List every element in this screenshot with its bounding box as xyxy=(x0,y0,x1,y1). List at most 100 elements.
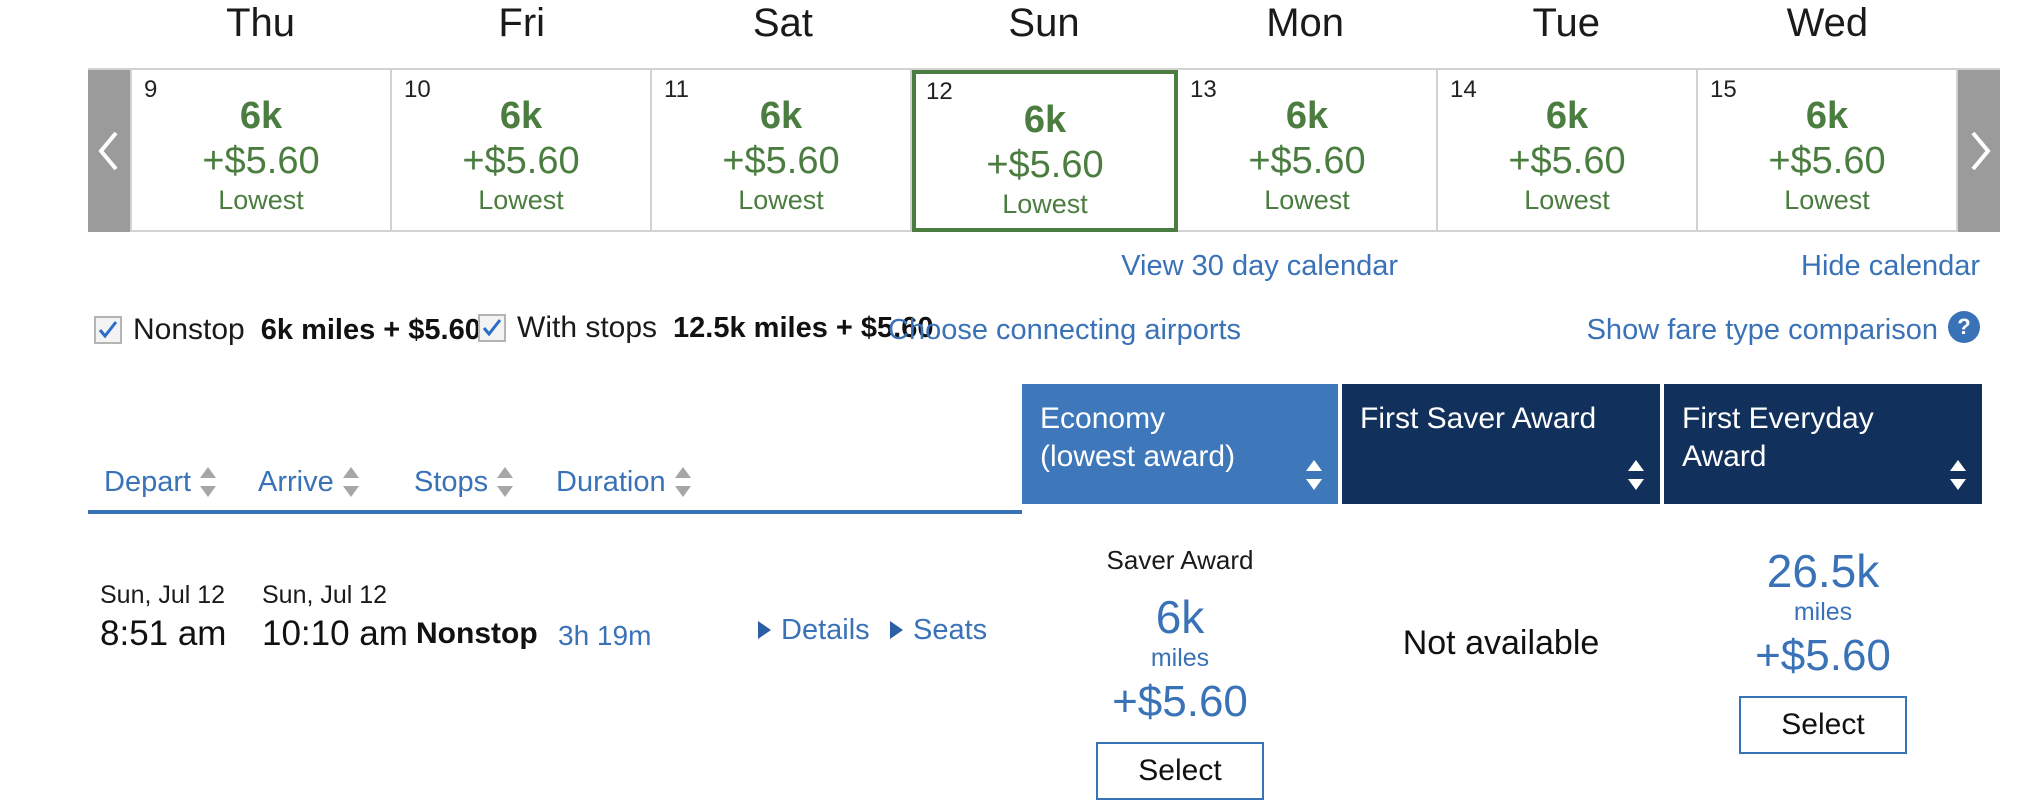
calendar-price: +$5.60 xyxy=(202,140,320,182)
sort-column-depart[interactable]: Depart xyxy=(104,464,217,500)
choose-connecting-airports-wrap: Choose connecting airports xyxy=(888,312,1241,348)
depart-time: 8:51 am xyxy=(100,614,227,653)
calendar-lowest-tag: Lowest xyxy=(1784,185,1870,215)
arrive-date: Sun, Jul 12 xyxy=(262,581,388,609)
fare-kicker: Saver Award xyxy=(1106,545,1254,575)
table-row: Sun, Jul 12 8:51 am Sun, Jul 12 10:10 am… xyxy=(0,530,2030,800)
calendar-miles: 6k xyxy=(759,95,803,137)
fare-price: +$5.60 xyxy=(1755,631,1891,680)
calendar-price: +$5.60 xyxy=(462,140,580,182)
calendar-lowest-tag: Lowest xyxy=(478,185,564,215)
sort-toggle-icon[interactable] xyxy=(1628,460,1644,490)
calendar-miles: 6k xyxy=(1545,95,1589,137)
calendar-day-15[interactable]: 15 6k +$5.60 Lowest xyxy=(1698,70,1958,232)
sort-toggle-icon[interactable] xyxy=(1950,460,1966,490)
seats-label: Seats xyxy=(913,614,988,646)
calendar-day-11[interactable]: 11 6k +$5.60 Lowest xyxy=(652,70,912,232)
fare-header-everyday-inner: First Everyday Award xyxy=(1664,384,1982,504)
chevron-right-icon xyxy=(1971,131,1991,171)
details-link[interactable]: Details xyxy=(756,612,870,648)
sort-column-label: Depart xyxy=(104,466,192,498)
seats-link[interactable]: Seats xyxy=(888,612,987,648)
sort-toggle-icon[interactable] xyxy=(497,467,514,497)
check-icon xyxy=(98,321,118,339)
hide-calendar-link[interactable]: Hide calendar xyxy=(1801,248,1980,284)
sort-toggle-icon[interactable] xyxy=(342,467,359,497)
calendar-miles: 6k xyxy=(499,95,543,137)
nonstop-label: Nonstop xyxy=(133,313,245,346)
dayname-wed: Wed xyxy=(1786,1,1869,45)
calendar-day-12-selected[interactable]: 12 6k +$5.60 Lowest xyxy=(912,70,1178,232)
calendar-day-10[interactable]: 10 6k +$5.60 Lowest xyxy=(392,70,652,232)
dayname-sat: Sat xyxy=(752,1,813,45)
details-disclosure[interactable]: Details xyxy=(756,612,870,648)
filter-with-stops: With stops 12.5k miles + $5.60 xyxy=(478,310,933,346)
daynames-right-spacer xyxy=(1958,0,2000,48)
cell-arrive: Sun, Jul 12 10:10 am xyxy=(262,580,408,656)
calendar-day-9[interactable]: 9 6k +$5.60 Lowest xyxy=(130,70,392,232)
show-fare-type-comparison-link[interactable]: Show fare type comparison xyxy=(1587,312,1938,348)
help-icon[interactable]: ? xyxy=(1948,311,1980,343)
cell-stops: Nonstop xyxy=(416,617,538,650)
fare-header-saver-inner: First Saver Award xyxy=(1342,384,1660,504)
fare-type-comparison-group: Show fare type comparison ? xyxy=(1587,311,1980,348)
fare-header-title: Economy xyxy=(1040,402,1166,435)
fare-header-title: First Saver Award xyxy=(1360,402,1597,435)
seats-disclosure[interactable]: Seats xyxy=(888,612,987,648)
fare-price: +$5.60 xyxy=(1112,677,1248,726)
arrive-time: 10:10 am xyxy=(262,614,408,653)
calendar-lowest-tag: Lowest xyxy=(1524,185,1610,215)
calendar-next-button[interactable] xyxy=(1958,70,2000,232)
calendar-miles: 6k xyxy=(239,95,283,137)
fare-cell-first-everyday-award: 26.5k miles +$5.60 Select xyxy=(1664,530,1982,754)
sort-toggle-icon[interactable] xyxy=(1306,460,1322,490)
calendar-day-14[interactable]: 14 6k +$5.60 Lowest xyxy=(1438,70,1698,232)
calendar-price: +$5.60 xyxy=(1248,140,1366,182)
sort-toggle-icon[interactable] xyxy=(674,467,691,497)
calendar-price: +$5.60 xyxy=(1508,140,1626,182)
calendar-links: View 30 day calendar Hide calendar xyxy=(0,248,2030,288)
fare-miles: 26.5k xyxy=(1766,545,1880,597)
filter-nonstop: Nonstop 6k miles + $5.60 xyxy=(94,312,481,348)
select-button-first-everyday[interactable]: Select xyxy=(1739,696,1907,754)
fare-header-economy[interactable]: Economy (lowest award) xyxy=(1022,384,1338,504)
calendar-prev-button[interactable] xyxy=(88,70,130,232)
calendar-miles: 6k xyxy=(1805,95,1849,137)
sort-column-arrive[interactable]: Arrive xyxy=(258,464,359,500)
calendar-day-13[interactable]: 13 6k +$5.60 Lowest xyxy=(1178,70,1438,232)
calendar-miles: 6k xyxy=(1285,95,1329,137)
sort-column-stops[interactable]: Stops xyxy=(414,464,514,500)
sort-column-label: Stops xyxy=(414,466,489,498)
fare-miles-word: miles xyxy=(1150,644,1210,672)
with-stops-label: With stops xyxy=(517,311,658,344)
calendar-cell-body: 6k +$5.60 Lowest xyxy=(1178,94,1436,216)
details-label: Details xyxy=(781,614,870,646)
dayname-mon: Mon xyxy=(1266,1,1345,45)
with-stops-checkbox[interactable] xyxy=(478,314,506,342)
calendar-lowest-tag: Lowest xyxy=(1264,185,1350,215)
daynames-left-spacer xyxy=(88,0,130,48)
calendar-lowest-tag: Lowest xyxy=(218,185,304,215)
fare-header-subtitle: (lowest award) xyxy=(1040,440,1236,473)
calendar-cell-body: 6k +$5.60 Lowest xyxy=(392,94,650,216)
award-calendar-and-flight-results: Thu Fri Sat Sun Mon Tue Wed 9 6k +$5.60 … xyxy=(0,0,2030,800)
choose-connecting-airports-link[interactable]: Choose connecting airports xyxy=(888,312,1241,348)
calendar-daynames-row: Thu Fri Sat Sun Mon Tue Wed xyxy=(88,0,2000,48)
view-30-day-calendar-link[interactable]: View 30 day calendar xyxy=(1121,248,1398,284)
sort-column-duration[interactable]: Duration xyxy=(556,464,691,500)
fare-cell-first-saver-award: Not available xyxy=(1342,530,1660,664)
dayname-tue: Tue xyxy=(1532,1,1600,45)
calendar-cell-body: 6k +$5.60 Lowest xyxy=(652,94,910,216)
dayname-sun: Sun xyxy=(1008,1,1080,45)
triangle-right-icon xyxy=(758,621,771,639)
select-button-economy[interactable]: Select xyxy=(1096,742,1264,800)
sort-toggle-icon[interactable] xyxy=(200,467,217,497)
fare-header-first-saver-award[interactable]: First Saver Award xyxy=(1342,384,1660,504)
fare-header-first-everyday-award[interactable]: First Everyday Award xyxy=(1664,384,1982,504)
sort-column-label: Duration xyxy=(556,466,666,498)
nonstop-checkbox[interactable] xyxy=(94,316,122,344)
calendar-price: +$5.60 xyxy=(1768,140,1886,182)
fare-cell-economy: Saver Award 6k miles +$5.60 Select xyxy=(1022,530,1338,800)
sort-column-label: Arrive xyxy=(258,466,334,498)
check-icon xyxy=(482,319,502,337)
